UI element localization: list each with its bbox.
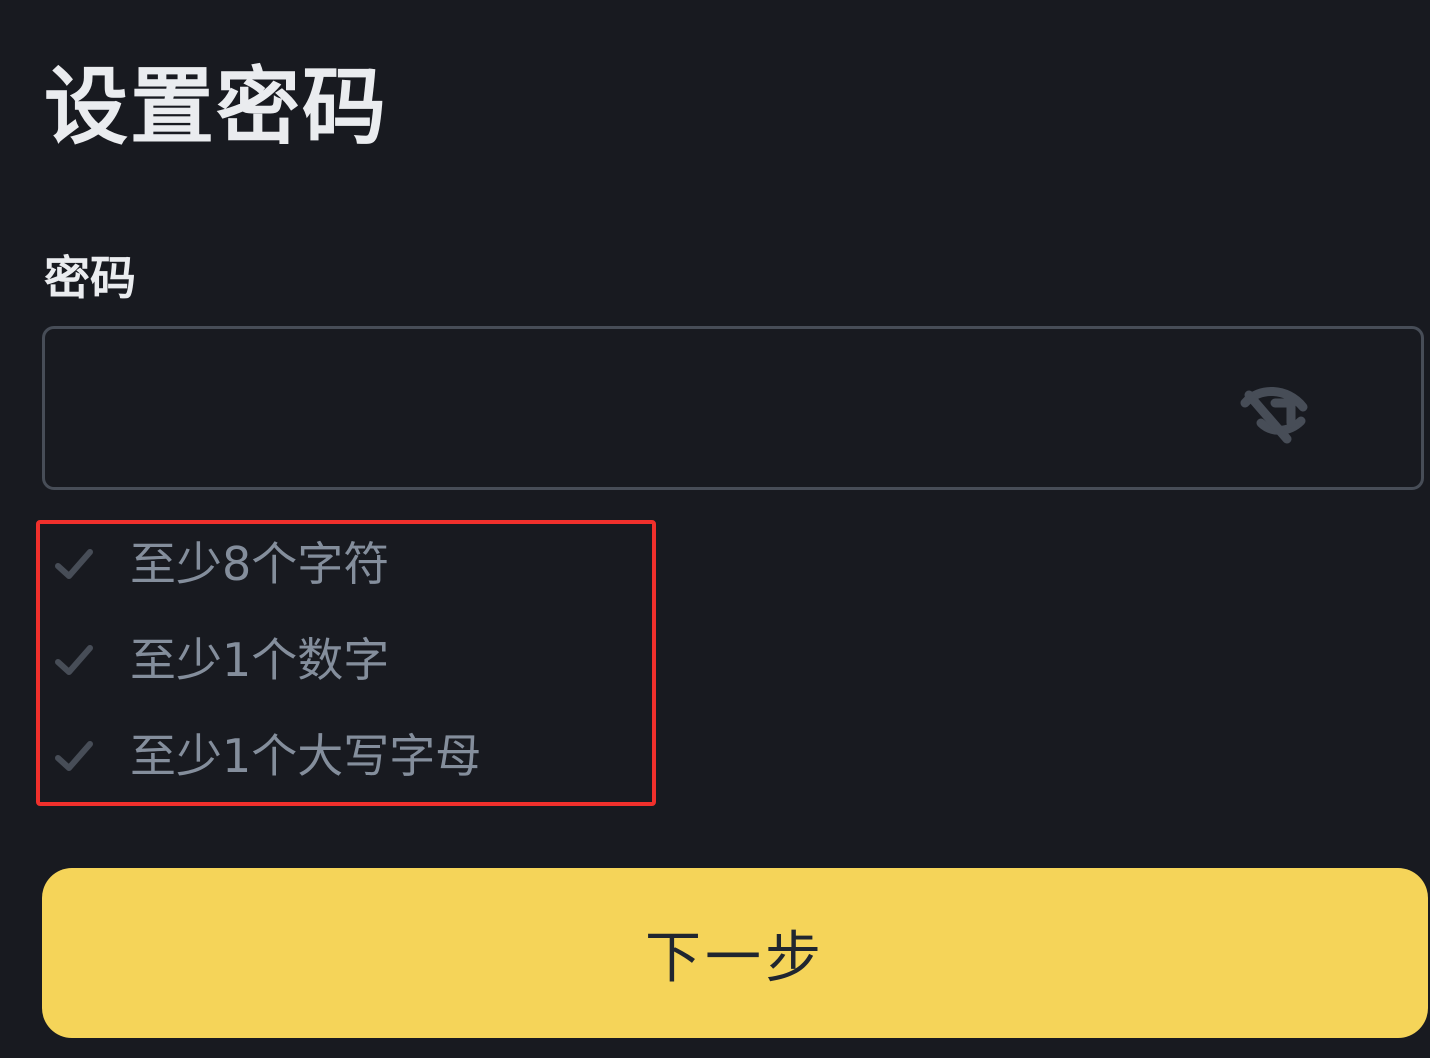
password-label: 密码 bbox=[44, 251, 136, 305]
requirement-item: 至少1个大写字母 bbox=[52, 716, 481, 796]
requirement-text: 至少8个字符 bbox=[130, 537, 390, 591]
requirement-text: 至少1个数字 bbox=[130, 633, 390, 687]
requirement-item: 至少8个字符 bbox=[52, 524, 389, 604]
password-requirements: 至少8个字符 至少1个数字 至少1个大写字母 bbox=[36, 520, 656, 806]
requirement-item: 至少1个数字 bbox=[52, 620, 389, 700]
check-icon bbox=[52, 734, 96, 778]
check-icon bbox=[52, 542, 96, 586]
check-icon bbox=[52, 638, 96, 682]
password-input[interactable] bbox=[69, 359, 1193, 461]
requirement-text: 至少1个大写字母 bbox=[130, 729, 482, 783]
eye-off-icon[interactable] bbox=[1231, 373, 1315, 449]
next-step-button[interactable]: 下一步 bbox=[42, 868, 1428, 1038]
page-title: 设置密码 bbox=[44, 58, 389, 156]
password-field[interactable] bbox=[42, 326, 1424, 490]
